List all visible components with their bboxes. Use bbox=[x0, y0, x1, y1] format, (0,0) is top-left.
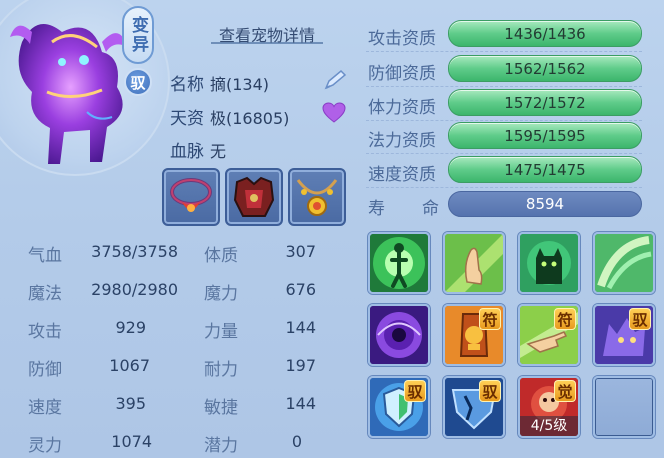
green-cat-icon bbox=[520, 234, 578, 292]
bound-tag: 驭 bbox=[124, 68, 152, 96]
magic-power-label: 魔力 bbox=[204, 284, 238, 304]
skill-slot-5[interactable] bbox=[368, 304, 430, 366]
life-label-left: 寿 bbox=[368, 199, 385, 219]
bloodline-value: 无 bbox=[210, 142, 227, 161]
mp-value: 2980/2980 bbox=[91, 280, 178, 299]
skill-slot-11[interactable]: 觉 4/5级 bbox=[518, 376, 580, 438]
stamina-aptitude-bar: 1572/1572 bbox=[448, 89, 642, 116]
speed-value: 395 bbox=[115, 394, 146, 413]
agility-value: 144 bbox=[285, 394, 316, 413]
bloodline-label: 血脉 bbox=[170, 142, 204, 162]
name-value: 摘(134) bbox=[210, 75, 270, 94]
red-necklace-icon bbox=[170, 178, 212, 212]
defense-aptitude-value: 1562/1562 bbox=[504, 59, 586, 78]
endurance-label: 耐力 bbox=[204, 360, 238, 380]
skill-slot-empty[interactable] bbox=[593, 376, 655, 438]
defense-value: 1067 bbox=[109, 356, 150, 375]
skill-badge: 驭 bbox=[404, 380, 426, 402]
life-label-right: 命 bbox=[422, 199, 439, 219]
gold-necklace-icon bbox=[296, 179, 338, 216]
talent-value: 极(16805) bbox=[210, 109, 290, 128]
heart-icon[interactable] bbox=[322, 102, 346, 124]
divider bbox=[366, 120, 642, 121]
speed-label: 速度 bbox=[28, 398, 62, 418]
defense-aptitude-label: 防御资质 bbox=[368, 64, 436, 84]
skill-slot-1[interactable] bbox=[368, 232, 430, 294]
divider bbox=[366, 187, 642, 188]
skill-slot-4[interactable] bbox=[593, 232, 655, 294]
variant-tag-text: 变异 bbox=[128, 16, 148, 54]
equip-slot-1[interactable] bbox=[162, 168, 220, 226]
spirit-value: 1074 bbox=[111, 432, 152, 451]
divider bbox=[366, 86, 642, 87]
skill-slot-6[interactable]: 符 bbox=[443, 304, 505, 366]
speed-aptitude-label: 速度资质 bbox=[368, 165, 436, 185]
constitution-label: 体质 bbox=[204, 246, 238, 266]
stamina-aptitude-value: 1572/1572 bbox=[504, 93, 586, 112]
red-armor-icon bbox=[233, 176, 275, 217]
attack-aptitude-label: 攻击资质 bbox=[368, 29, 436, 49]
strength-label: 力量 bbox=[204, 322, 238, 342]
constitution-value: 307 bbox=[285, 242, 316, 261]
hp-value: 3758/3758 bbox=[91, 242, 178, 261]
strength-value: 144 bbox=[285, 318, 316, 337]
variant-tag: 变异 bbox=[122, 6, 154, 64]
speed-aptitude-bar: 1475/1475 bbox=[448, 156, 642, 183]
edit-name-icon[interactable] bbox=[322, 68, 348, 92]
mana-aptitude-bar: 1595/1595 bbox=[448, 122, 642, 149]
skill-slot-8[interactable]: 驭 bbox=[593, 304, 655, 366]
mana-aptitude-label: 法力资质 bbox=[368, 131, 436, 151]
equip-slot-2[interactable] bbox=[225, 168, 283, 226]
defense-aptitude-bar: 1562/1562 bbox=[448, 55, 642, 82]
potential-label: 潜力 bbox=[204, 436, 238, 456]
skill-slot-9[interactable]: 驭 bbox=[368, 376, 430, 438]
equip-slot-3[interactable] bbox=[288, 168, 346, 226]
view-pet-details-link[interactable]: 查看宠物详情 bbox=[211, 22, 323, 45]
purple-vortex-icon bbox=[370, 306, 428, 364]
praying-hand-icon bbox=[445, 234, 503, 292]
skill-slot-2[interactable] bbox=[443, 232, 505, 294]
endurance-value: 197 bbox=[285, 356, 316, 375]
green-swirl-icon bbox=[595, 234, 653, 292]
divider bbox=[366, 153, 642, 154]
magic-power-value: 676 bbox=[285, 280, 316, 299]
attack-value: 929 bbox=[115, 318, 146, 337]
divider bbox=[366, 51, 642, 52]
life-value: 8594 bbox=[525, 195, 565, 213]
name-label: 名称 bbox=[170, 75, 204, 95]
attack-aptitude-bar: 1436/1436 bbox=[448, 20, 642, 47]
defense-label: 防御 bbox=[28, 360, 62, 380]
skill-slot-10[interactable]: 驭 bbox=[443, 376, 505, 438]
agility-label: 敏捷 bbox=[204, 398, 238, 418]
speed-aptitude-value: 1475/1475 bbox=[504, 160, 586, 179]
skill-badge: 觉 bbox=[554, 380, 576, 402]
spirit-label: 灵力 bbox=[28, 436, 62, 456]
life-bar: 8594 bbox=[448, 191, 642, 217]
skill-level: 4/5级 bbox=[520, 416, 578, 436]
hp-label: 气血 bbox=[28, 246, 62, 266]
skill-badge: 驭 bbox=[479, 380, 501, 402]
mana-aptitude-value: 1595/1595 bbox=[504, 126, 586, 145]
skill-slot-3[interactable] bbox=[518, 232, 580, 294]
potential-value: 0 bbox=[291, 432, 302, 451]
attack-aptitude-value: 1436/1436 bbox=[504, 24, 586, 43]
skill-badge: 符 bbox=[554, 308, 576, 330]
talent-label: 天资 bbox=[170, 109, 204, 129]
bound-tag-text: 驭 bbox=[130, 73, 146, 92]
attack-label: 攻击 bbox=[28, 322, 62, 342]
mp-label: 魔法 bbox=[28, 284, 62, 304]
green-figure-icon bbox=[370, 234, 428, 292]
stamina-aptitude-label: 体力资质 bbox=[368, 98, 436, 118]
skill-slot-7[interactable]: 符 bbox=[518, 304, 580, 366]
skill-badge: 符 bbox=[479, 308, 501, 330]
skill-badge: 驭 bbox=[629, 308, 651, 330]
